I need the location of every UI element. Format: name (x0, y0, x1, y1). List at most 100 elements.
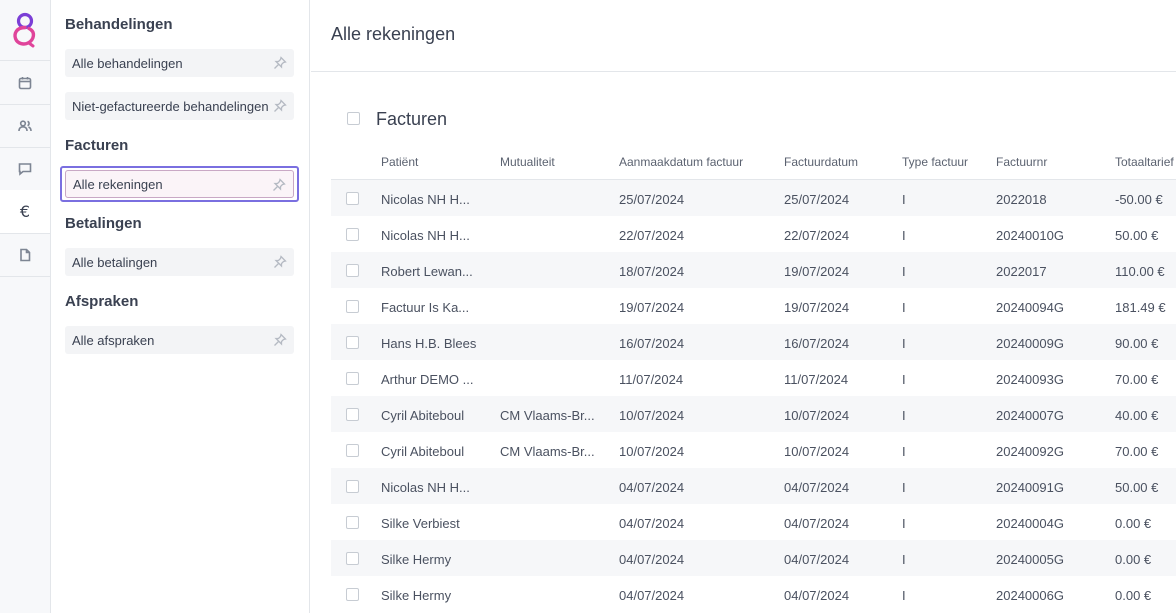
column-header-totaaltarief[interactable]: Totaaltarief (1115, 155, 1174, 169)
cell-type-factuur: I (902, 516, 906, 531)
pin-icon[interactable] (273, 255, 287, 269)
cell-aanmaakdatum: 10/07/2024 (619, 408, 685, 423)
cell-mutualiteit: CM Vlaams-Br... (500, 408, 595, 423)
select-all-checkbox[interactable] (347, 112, 360, 125)
cell-factuurdatum: 10/07/2024 (784, 408, 850, 423)
column-header-factuurnr[interactable]: Factuurnr (996, 155, 1047, 169)
cell-type-factuur: I (902, 480, 906, 495)
page-title: Alle rekeningen (331, 24, 456, 44)
column-header-mutualiteit[interactable]: Mutualiteit (500, 155, 555, 169)
cell-factuurnr: 2022018 (996, 192, 1047, 207)
cell-factuurnr: 20240094G (996, 300, 1064, 315)
pin-icon[interactable] (273, 99, 287, 113)
table-row[interactable]: Factuur Is Ka... 19/07/2024 19/07/2024 I 202… (331, 288, 1176, 324)
table-row[interactable]: Nicolas NH H... 22/07/2024 22/07/2024 I 2024… (331, 216, 1176, 252)
users-icon (18, 119, 32, 131)
cell-aanmaakdatum: 25/07/2024 (619, 192, 685, 207)
nav-item-alle-rekeningen[interactable]: Alle rekeningen (65, 170, 294, 198)
cell-type-factuur: I (902, 192, 906, 207)
cell-factuurdatum: 11/07/2024 (784, 372, 849, 387)
pin-icon[interactable] (273, 56, 287, 70)
cell-patient: Silke Hermy (381, 588, 452, 603)
table-row[interactable]: Silke Hermy 04/07/2024 04/07/2024 I 20240005… (331, 540, 1176, 576)
cell-totaaltarief: 50.00 € (1115, 480, 1159, 495)
icon-rail: € (0, 0, 51, 613)
row-checkbox[interactable] (346, 444, 359, 457)
column-header-factuurdatum[interactable]: Factuurdatum (784, 155, 858, 169)
table-body: Nicolas NH H... 25/07/2024 25/07/2024 I 2022… (331, 180, 1176, 612)
table-header: Patiënt Mutualiteit Aanmaakdatum factuur… (331, 144, 1176, 180)
cell-aanmaakdatum: 04/07/2024 (619, 480, 685, 495)
euro-icon: € (19, 202, 31, 221)
cell-totaaltarief: -50.00 € (1115, 192, 1163, 207)
rail-chat[interactable] (0, 147, 50, 190)
cell-factuurnr: 20240091G (996, 480, 1064, 495)
row-checkbox[interactable] (346, 264, 359, 277)
cell-aanmaakdatum: 10/07/2024 (619, 444, 685, 459)
row-checkbox[interactable] (346, 372, 359, 385)
app-logo-icon[interactable] (10, 12, 40, 48)
cell-totaaltarief: 70.00 € (1115, 444, 1159, 459)
table-row[interactable]: Robert Lewan... 18/07/2024 19/07/2024 I 2022… (331, 252, 1176, 288)
cell-patient: Nicolas NH H... (381, 480, 470, 495)
cell-factuurdatum: 10/07/2024 (784, 444, 850, 459)
table-row[interactable]: Arthur DEMO ... 11/07/2024 11/07/2024 I 2024… (331, 360, 1176, 396)
table-row[interactable]: Cyril Abiteboul CM Vlaams-Br... 10/07/2024… (331, 432, 1176, 468)
table-row[interactable]: Nicolas NH H... 25/07/2024 25/07/2024 I 2022… (331, 180, 1176, 216)
column-header-patient[interactable]: Patiënt (381, 155, 418, 169)
column-header-type-factuur[interactable]: Type factuur (902, 155, 968, 169)
cell-patient: Factuur Is Ka... (381, 300, 470, 315)
cell-aanmaakdatum: 04/07/2024 (619, 552, 685, 567)
cell-totaaltarief: 0.00 € (1115, 588, 1152, 603)
row-checkbox[interactable] (346, 588, 359, 601)
nav-item-label: Niet-gefactureerde behandelingen (72, 98, 269, 114)
row-checkbox[interactable] (346, 480, 359, 493)
row-checkbox[interactable] (346, 228, 359, 241)
cell-totaaltarief: 110.00 € (1115, 264, 1165, 279)
rail-calendar[interactable] (0, 61, 50, 104)
cell-aanmaakdatum: 22/07/2024 (619, 228, 685, 243)
cell-factuurnr: 20240006G (996, 588, 1064, 603)
cell-aanmaakdatum: 19/07/2024 (619, 300, 685, 315)
cell-mutualiteit: CM Vlaams-Br... (500, 444, 595, 459)
cell-factuurnr: 20240092G (996, 444, 1064, 459)
pin-icon[interactable] (273, 333, 287, 347)
table-row[interactable]: Silke Hermy 04/07/2024 04/07/2024 I 20240006… (331, 576, 1176, 612)
rail-users[interactable] (0, 104, 50, 147)
cell-type-factuur: I (902, 408, 906, 423)
row-checkbox[interactable] (346, 552, 359, 565)
cell-patient: Nicolas NH H... (381, 228, 470, 243)
cell-factuurnr: 20240009G (996, 336, 1064, 351)
column-header-aanmaakdatum[interactable]: Aanmaakdatum factuur (619, 155, 743, 169)
row-checkbox[interactable] (346, 192, 359, 205)
nav-item-niet-gefactureerde-behandelingen[interactable]: Niet-gefactureerde behandelingen (65, 92, 294, 120)
cell-totaaltarief: 0.00 € (1115, 552, 1152, 567)
cell-factuurnr: 20240005G (996, 552, 1064, 567)
rail-euro[interactable]: € (0, 190, 50, 233)
nav-item-label: Alle betalingen (72, 254, 158, 270)
row-checkbox[interactable] (346, 300, 359, 313)
cell-type-factuur: I (902, 300, 906, 315)
cell-type-factuur: I (902, 588, 906, 603)
cell-factuurdatum: 04/07/2024 (784, 516, 850, 531)
table-row[interactable]: Cyril Abiteboul CM Vlaams-Br... 10/07/2024… (331, 396, 1176, 432)
nav-item-alle-behandelingen[interactable]: Alle behandelingen (65, 49, 294, 77)
cell-aanmaakdatum: 11/07/2024 (619, 372, 684, 387)
cell-factuurdatum: 04/07/2024 (784, 552, 850, 567)
pin-icon[interactable] (272, 178, 286, 192)
row-checkbox[interactable] (346, 516, 359, 529)
secondary-sidebar: Behandelingen Alle behandelingen Niet-ge… (51, 0, 310, 613)
nav-item-alle-betalingen[interactable]: Alle betalingen (65, 248, 294, 276)
rail-documents[interactable] (0, 233, 50, 276)
cell-aanmaakdatum: 04/07/2024 (619, 516, 685, 531)
nav-item-label: Alle rekeningen (73, 176, 163, 192)
row-checkbox[interactable] (346, 408, 359, 421)
nav-item-alle-afspraken[interactable]: Alle afspraken (65, 326, 294, 354)
table-row[interactable]: Nicolas NH H... 04/07/2024 04/07/2024 I 2024… (331, 468, 1176, 504)
row-checkbox[interactable] (346, 336, 359, 349)
cell-factuurnr: 20240004G (996, 516, 1064, 531)
table-row[interactable]: Silke Verbiest 04/07/2024 04/07/2024 I 20240… (331, 504, 1176, 540)
table-row[interactable]: Hans H.B. Blees 16/07/2024 16/07/2024 I 2024… (331, 324, 1176, 360)
nav-item-label: Alle behandelingen (72, 55, 183, 71)
cell-totaaltarief: 181.49 € (1115, 300, 1166, 315)
